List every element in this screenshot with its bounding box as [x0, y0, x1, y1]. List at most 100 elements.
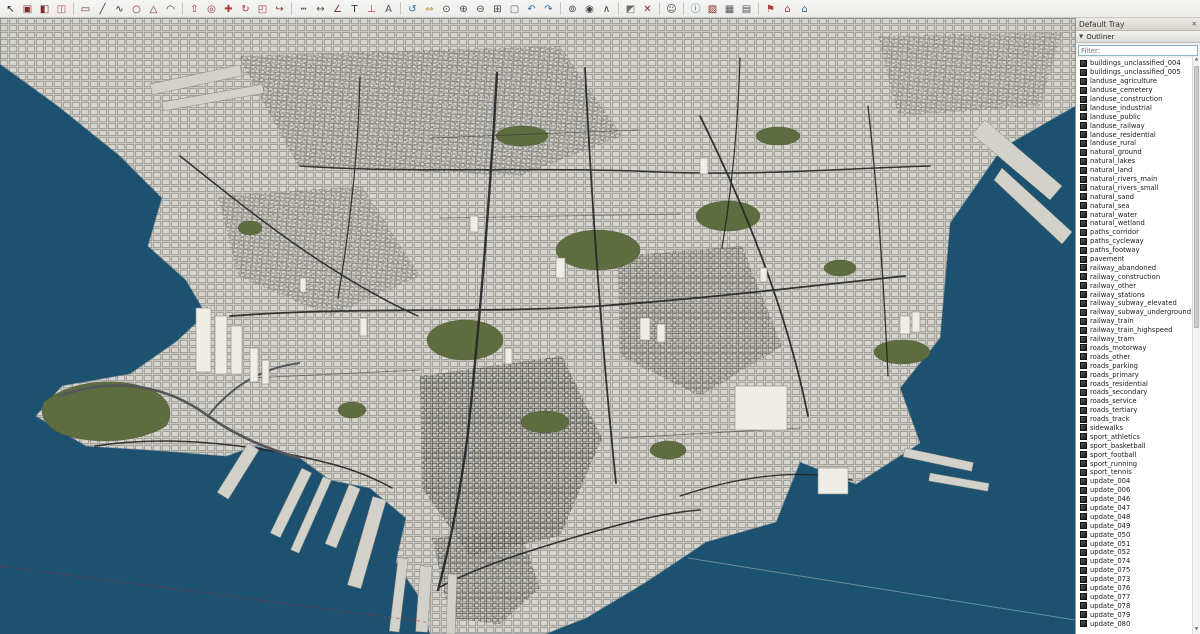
- walk-icon[interactable]: ∧: [599, 1, 615, 17]
- outliner-item[interactable]: update_078: [1080, 601, 1191, 610]
- outliner-item[interactable]: landuse_rural: [1080, 139, 1191, 148]
- outliner-item[interactable]: update_047: [1080, 504, 1191, 513]
- protractor-icon[interactable]: ∠: [330, 1, 346, 17]
- outliner-item[interactable]: update_074: [1080, 557, 1191, 566]
- outliner-item[interactable]: sport_athletics: [1080, 432, 1191, 441]
- outliner-item[interactable]: roads_secondary: [1080, 388, 1191, 397]
- model-info-icon[interactable]: ⓘ: [688, 1, 704, 17]
- outliner-item[interactable]: roads_tertiary: [1080, 406, 1191, 415]
- rectangle-icon[interactable]: ▭: [78, 1, 94, 17]
- outliner-item[interactable]: buildings_unclassified_005: [1080, 68, 1191, 77]
- zoom-extents-icon[interactable]: ▢: [507, 1, 523, 17]
- tape-measure-icon[interactable]: ┅: [296, 1, 312, 17]
- arc-icon[interactable]: ◠: [163, 1, 179, 17]
- 3d-text-icon[interactable]: A: [381, 1, 397, 17]
- account-icon[interactable]: ☺: [664, 1, 680, 17]
- rotate-icon[interactable]: ↻: [238, 1, 254, 17]
- outliner-item[interactable]: railway_construction: [1080, 272, 1191, 281]
- next-view-icon[interactable]: ↷: [541, 1, 557, 17]
- polygon-icon[interactable]: △: [146, 1, 162, 17]
- outliner-item[interactable]: landuse_public: [1080, 112, 1191, 121]
- follow-me-icon[interactable]: ↪: [272, 1, 288, 17]
- components-icon[interactable]: ▦: [722, 1, 738, 17]
- outliner-item[interactable]: railway_abandoned: [1080, 263, 1191, 272]
- scrollbar-thumb[interactable]: [1194, 66, 1199, 329]
- outliner-item[interactable]: update_079: [1080, 610, 1191, 619]
- extension-warehouse-icon[interactable]: ⌂: [797, 1, 813, 17]
- make-component-icon[interactable]: ▣: [20, 1, 36, 17]
- scale-icon[interactable]: ◰: [255, 1, 271, 17]
- outliner-item[interactable]: landuse_residential: [1080, 130, 1191, 139]
- outliner-item[interactable]: update_073: [1080, 575, 1191, 584]
- dimension-icon[interactable]: ↔: [313, 1, 329, 17]
- outliner-item[interactable]: natural_rivers_small: [1080, 183, 1191, 192]
- outliner-item[interactable]: roads_parking: [1080, 361, 1191, 370]
- outliner-item[interactable]: paths_footway: [1080, 246, 1191, 255]
- scroll-up-icon[interactable]: ▲: [1193, 56, 1200, 64]
- position-camera-icon[interactable]: ⊚: [565, 1, 581, 17]
- tray-title-bar[interactable]: Default Tray ✕: [1076, 18, 1200, 31]
- move-icon[interactable]: ✚: [221, 1, 237, 17]
- outliner-item[interactable]: update_050: [1080, 530, 1191, 539]
- freehand-icon[interactable]: ∿: [112, 1, 128, 17]
- outliner-item[interactable]: natural_sand: [1080, 192, 1191, 201]
- text-icon[interactable]: T: [347, 1, 363, 17]
- add-location-icon[interactable]: ⚑: [763, 1, 779, 17]
- axes-icon[interactable]: ⊥: [364, 1, 380, 17]
- close-icon[interactable]: ✕: [1192, 20, 1197, 28]
- previous-view-icon[interactable]: ↶: [524, 1, 540, 17]
- outliner-item[interactable]: update_080: [1080, 619, 1191, 628]
- outliner-item[interactable]: railway_train: [1080, 317, 1191, 326]
- circle-icon[interactable]: ○: [129, 1, 145, 17]
- delete-guides-icon[interactable]: ✕: [640, 1, 656, 17]
- paint-bucket-icon[interactable]: ◧: [37, 1, 53, 17]
- outliner-item[interactable]: buildings_unclassified_004: [1080, 59, 1191, 68]
- outliner-item[interactable]: roads_primary: [1080, 370, 1191, 379]
- outliner-item[interactable]: pavement: [1080, 255, 1191, 264]
- eraser-icon[interactable]: ◫: [54, 1, 70, 17]
- styles-icon[interactable]: ▤: [739, 1, 755, 17]
- outliner-item[interactable]: paths_corridor: [1080, 228, 1191, 237]
- outliner-item[interactable]: landuse_construction: [1080, 95, 1191, 104]
- outliner-item[interactable]: landuse_cemetery: [1080, 86, 1191, 95]
- outliner-item[interactable]: roads_service: [1080, 397, 1191, 406]
- outliner-item[interactable]: natural_water: [1080, 210, 1191, 219]
- outliner-item[interactable]: roads_other: [1080, 352, 1191, 361]
- look-around-icon[interactable]: ◉: [582, 1, 598, 17]
- line-icon[interactable]: ╱: [95, 1, 111, 17]
- outliner-item[interactable]: update_075: [1080, 566, 1191, 575]
- outliner-item[interactable]: update_052: [1080, 548, 1191, 557]
- zoom-out-icon[interactable]: ⊖: [473, 1, 489, 17]
- outliner-item[interactable]: natural_sea: [1080, 201, 1191, 210]
- zoom-window-icon[interactable]: ⊞: [490, 1, 506, 17]
- push-pull-icon[interactable]: ⇧: [187, 1, 203, 17]
- outliner-item[interactable]: railway_stations: [1080, 290, 1191, 299]
- orbit-icon[interactable]: ↺: [405, 1, 421, 17]
- outliner-item[interactable]: update_051: [1080, 539, 1191, 548]
- outliner-item[interactable]: roads_residential: [1080, 379, 1191, 388]
- outliner-item[interactable]: railway_train_highspeed: [1080, 326, 1191, 335]
- outliner-item[interactable]: update_004: [1080, 477, 1191, 486]
- outliner-scrollbar[interactable]: ▲ ▼: [1192, 56, 1200, 634]
- outliner-item[interactable]: railway_other: [1080, 281, 1191, 290]
- outliner-item[interactable]: railway_tram: [1080, 335, 1191, 344]
- pan-icon[interactable]: ⇔: [422, 1, 438, 17]
- outliner-item[interactable]: update_076: [1080, 584, 1191, 593]
- outliner-item[interactable]: update_049: [1080, 521, 1191, 530]
- outliner-item[interactable]: natural_lakes: [1080, 157, 1191, 166]
- outliner-item[interactable]: railway_subway_elevated: [1080, 299, 1191, 308]
- outliner-item[interactable]: natural_rivers_main: [1080, 175, 1191, 184]
- outliner-item[interactable]: update_048: [1080, 512, 1191, 521]
- outliner-item[interactable]: landuse_industrial: [1080, 103, 1191, 112]
- outliner-header[interactable]: ▼ Outliner: [1076, 31, 1200, 43]
- select-icon[interactable]: ↖: [3, 1, 19, 17]
- outliner-item[interactable]: update_046: [1080, 495, 1191, 504]
- outliner-item[interactable]: natural_wetland: [1080, 219, 1191, 228]
- outliner-item[interactable]: paths_cycleway: [1080, 237, 1191, 246]
- offset-icon[interactable]: ◎: [204, 1, 220, 17]
- 3d-viewport[interactable]: [0, 18, 1075, 634]
- outliner-item[interactable]: update_077: [1080, 592, 1191, 601]
- outliner-item[interactable]: landuse_agriculture: [1080, 77, 1191, 86]
- outliner-item[interactable]: railway_subway_underground: [1080, 308, 1191, 317]
- outliner-item[interactable]: sport_basketball: [1080, 441, 1191, 450]
